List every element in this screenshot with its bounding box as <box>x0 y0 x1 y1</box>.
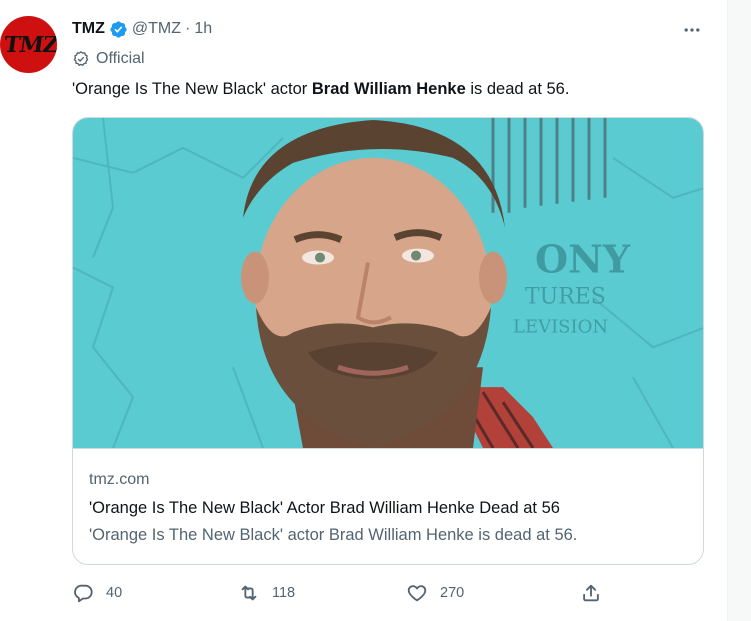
verified-badge-icon <box>110 20 127 38</box>
tweet-actions: 40 118 270 <box>72 578 612 608</box>
tweet-text: 'Orange Is The New Black' actor Brad Wil… <box>72 78 569 100</box>
reply-count: 40 <box>106 585 123 601</box>
card-description: 'Orange Is The New Black' actor Brad Wil… <box>89 526 578 544</box>
tweet-text-after: is dead at 56. <box>465 80 570 98</box>
backdrop-text-3: LEVISION <box>513 316 608 337</box>
author-handle[interactable]: @TMZ <box>132 20 181 38</box>
tweet-text-bold: Brad William Henke <box>311 80 466 98</box>
avatar[interactable]: TMZ <box>0 16 57 73</box>
tweet[interactable]: TMZ TMZ @TMZ · 1h Official 'Orange Is Th… <box>0 0 728 621</box>
retweet-icon <box>241 585 257 601</box>
like-count: 270 <box>440 585 465 601</box>
retweet-button[interactable]: 118 <box>238 578 295 608</box>
card-meta: tmz.com 'Orange Is The New Black' Actor … <box>73 449 703 564</box>
link-card[interactable]: ONY TURES LEVISION tmz.com 'Orange Is Th… <box>72 117 704 565</box>
tweet-text-before: 'Orange Is The New Black' actor <box>72 80 312 98</box>
card-image[interactable]: ONY TURES LEVISION <box>73 118 704 449</box>
card-title: 'Orange Is The New Black' Actor Brad Wil… <box>89 499 560 517</box>
retweet-count: 118 <box>272 585 296 601</box>
avatar-logo: TMZ <box>1 31 57 58</box>
share-icon <box>583 584 599 602</box>
reply-icon <box>74 584 93 603</box>
like-button[interactable]: 270 <box>406 578 464 608</box>
official-label: Official <box>72 48 145 70</box>
backdrop-text-2: TURES <box>525 284 606 309</box>
separator-dot: · <box>185 20 191 37</box>
reply-button[interactable]: 40 <box>72 578 122 608</box>
like-icon <box>407 585 427 602</box>
more-options-icon <box>684 28 700 32</box>
author-name[interactable]: TMZ <box>72 20 105 38</box>
official-check-icon <box>73 51 89 67</box>
more-options-button[interactable] <box>680 18 704 42</box>
tweet-header: TMZ @TMZ · 1h <box>72 18 212 40</box>
backdrop-text-1: ONY <box>535 237 631 282</box>
share-button[interactable] <box>580 578 602 608</box>
tweet-timestamp[interactable]: 1h <box>194 20 212 38</box>
official-text: Official <box>96 50 145 67</box>
card-domain: tmz.com <box>89 471 150 488</box>
